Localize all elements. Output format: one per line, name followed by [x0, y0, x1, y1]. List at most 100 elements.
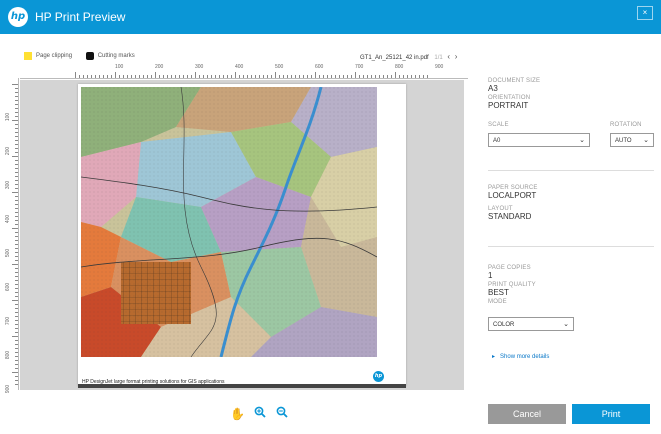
settings-panel: DOCUMENT SIZE A3 ORIENTATION PORTRAIT [488, 78, 654, 112]
rotation-label: ROTATION [610, 122, 642, 128]
zoom-in-icon[interactable] [254, 406, 266, 421]
ruler-tick [127, 75, 128, 78]
ruler-tick [15, 180, 18, 181]
ruler-tick [15, 252, 18, 253]
show-more-label: Show more details [500, 354, 550, 360]
ruler-tick [12, 264, 18, 265]
zoom-controls: ✋ [230, 406, 294, 421]
ruler-tick [151, 75, 152, 78]
ruler-tick [15, 140, 18, 141]
prev-page-icon[interactable]: ‹ [447, 52, 450, 61]
ruler-tick [399, 75, 400, 78]
ruler-tick [15, 296, 18, 297]
scale-select[interactable]: A0 ⌄ [488, 133, 590, 147]
ruler-tick [15, 172, 18, 173]
page-clipping-swatch [24, 52, 32, 60]
ruler-tick [239, 75, 240, 78]
ruler-tick [411, 75, 412, 78]
ruler-tick [15, 332, 18, 333]
preview-canvas[interactable]: HP DesignJet large format printing solut… [20, 80, 464, 390]
show-more-link[interactable]: ▸ Show more details [492, 353, 549, 360]
ruler-tick [15, 96, 18, 97]
cancel-button[interactable]: Cancel [488, 404, 566, 424]
ruler-tick [299, 75, 300, 78]
window-title: HP Print Preview [35, 10, 126, 24]
ruler-tick [15, 344, 18, 345]
ruler-label: 800 [5, 350, 12, 360]
ruler-tick [15, 124, 18, 125]
orientation-value: PORTRAIT [488, 101, 529, 110]
ruler-tick [15, 152, 18, 153]
scale-select-value: A0 [493, 138, 501, 144]
ruler-tick [15, 312, 18, 313]
ruler-tick [15, 284, 18, 285]
ruler-tick [163, 75, 164, 78]
ruler-tick [359, 75, 360, 78]
ruler-label: 300 [195, 64, 204, 70]
rotation-select-value: AUTO [615, 138, 632, 144]
print-button[interactable]: Print [572, 404, 650, 424]
ruler-tick [135, 75, 136, 78]
ruler-tick [343, 75, 344, 78]
ruler-tick [15, 224, 18, 225]
ruler-tick [15, 288, 18, 289]
page-copies-value[interactable]: 1 [488, 271, 536, 280]
ruler-tick [15, 276, 18, 277]
cutting-marks-toggle[interactable]: Cutting marks [85, 52, 135, 60]
ruler-tick [275, 72, 276, 78]
divider [488, 246, 654, 247]
mode-select-value: COLOR [493, 322, 515, 328]
ruler-label: 600 [315, 64, 324, 70]
file-name: GT1_An_25121_42 in.pdf [360, 55, 429, 61]
ruler-tick [311, 75, 312, 78]
rotation-select[interactable]: AUTO ⌄ [610, 133, 654, 147]
ruler-tick [415, 75, 416, 78]
page-copies-label: PAGE COPIES [488, 265, 531, 271]
ruler-tick [15, 92, 18, 93]
ruler-tick [12, 84, 18, 85]
ruler-tick [395, 72, 396, 78]
ruler-tick [195, 72, 196, 78]
ruler-tick [335, 75, 336, 78]
page-clipping-toggle[interactable]: Page clipping [24, 52, 72, 60]
ruler-tick [87, 75, 88, 78]
ruler-label: 900 [435, 64, 444, 70]
next-page-icon[interactable]: › [455, 52, 458, 61]
ruler-tick [367, 75, 368, 78]
ruler-tick [347, 75, 348, 78]
ruler-tick [423, 75, 424, 78]
ruler-tick [303, 75, 304, 78]
ruler-tick [387, 75, 388, 78]
ruler-label: 700 [5, 316, 12, 326]
ruler-tick [15, 280, 18, 281]
ruler-tick [15, 356, 18, 357]
ruler-tick [15, 104, 18, 105]
ruler-tick [235, 72, 236, 78]
close-button[interactable]: × [637, 6, 653, 20]
zoom-out-icon[interactable] [276, 406, 288, 421]
ruler-tick [103, 75, 104, 78]
ruler-tick [95, 75, 96, 78]
ruler-tick [331, 75, 332, 78]
mode-select[interactable]: COLOR ⌄ [488, 317, 574, 331]
ruler-tick [131, 75, 132, 78]
ruler-tick [223, 75, 224, 78]
ruler-tick [327, 75, 328, 78]
ruler-tick [15, 200, 18, 201]
ruler-tick [15, 316, 18, 317]
ruler-label: 800 [395, 64, 404, 70]
left-ruler: 100 200 300 400 500 600 700 800 900 [4, 78, 19, 393]
ruler-tick [247, 75, 248, 78]
cutting-marks-label: Cutting marks [97, 53, 135, 59]
ruler-tick [379, 75, 380, 78]
ruler-tick [15, 324, 18, 325]
ruler-tick [15, 164, 18, 165]
ruler-tick [15, 260, 18, 261]
ruler-tick [12, 372, 18, 373]
ruler-tick [391, 75, 392, 78]
ruler-label: 300 [5, 180, 12, 190]
hand-icon[interactable]: ✋ [230, 407, 245, 421]
ruler-tick [15, 376, 18, 377]
ruler-tick [15, 360, 18, 361]
ruler-tick [15, 160, 18, 161]
